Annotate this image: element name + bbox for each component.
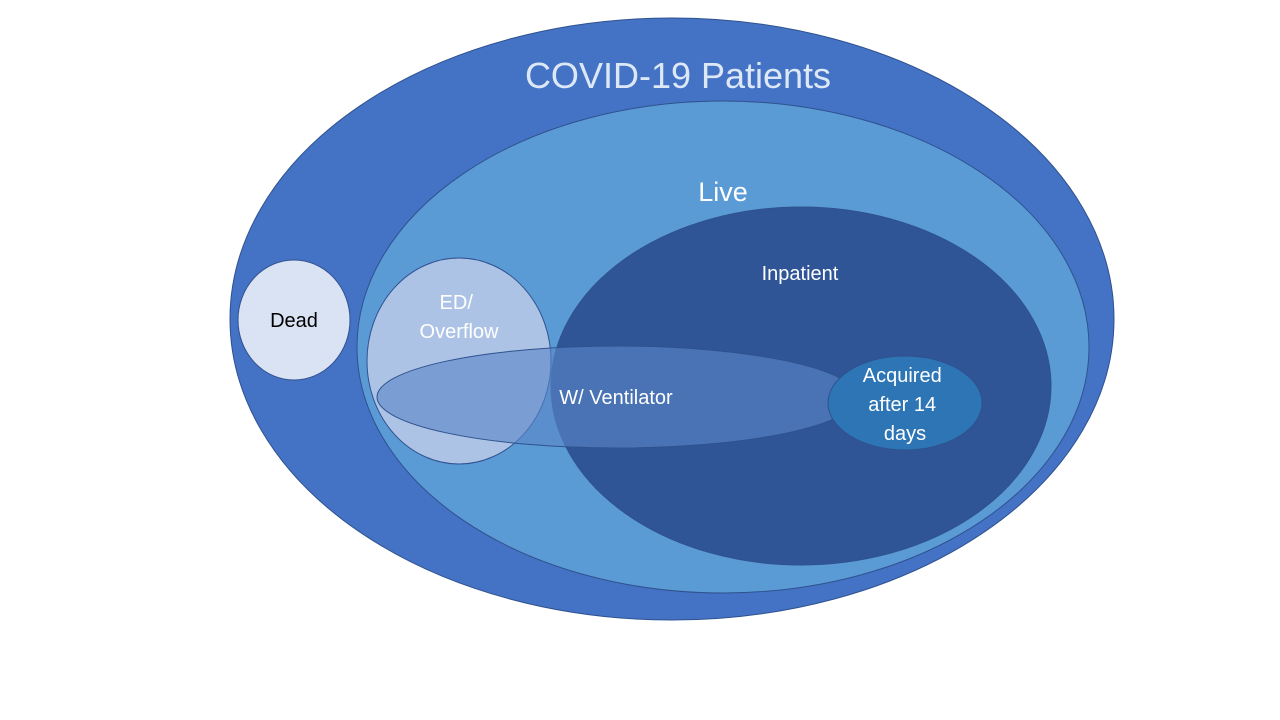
- ed-overflow-label-line-2: Overflow: [420, 321, 499, 343]
- acquired-label-line-1: Acquired: [863, 365, 942, 387]
- ed-overflow-label-line-1: ED/: [440, 292, 474, 314]
- dead-label: Dead: [270, 310, 318, 332]
- ventilator-label: W/ Ventilator: [559, 387, 673, 409]
- acquired-label-line-2: after 14: [868, 394, 936, 416]
- acquired-label-line-3: days: [884, 423, 926, 445]
- live-label: Live: [698, 177, 748, 207]
- covid-patients-diagram: COVID-19 Patients Live Inpatient Dead ED…: [229, 17, 1115, 621]
- inpatient-label: Inpatient: [762, 263, 839, 285]
- diagram-title: COVID-19 Patients: [525, 55, 831, 96]
